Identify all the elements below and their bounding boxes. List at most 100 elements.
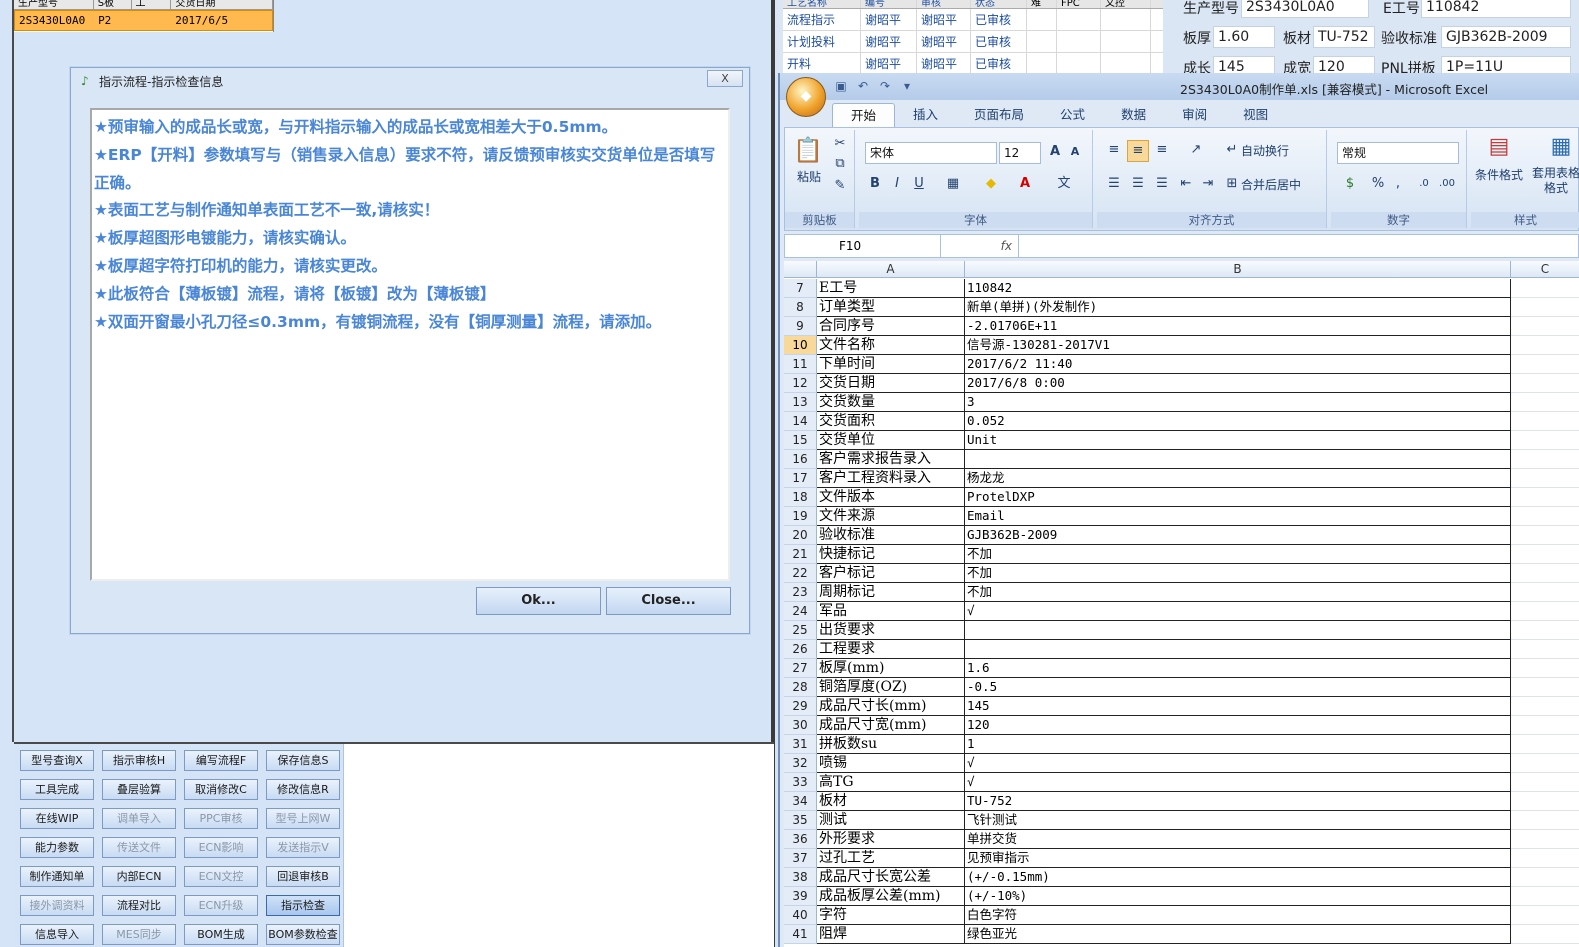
- close-button[interactable]: Close...: [606, 587, 731, 615]
- cell-b[interactable]: 白色字符: [965, 906, 1511, 925]
- copy-icon[interactable]: ⧉: [831, 154, 849, 176]
- column-header-c[interactable]: C: [1511, 261, 1579, 278]
- decrease-indent-icon[interactable]: ⇤: [1175, 174, 1197, 196]
- paste-label[interactable]: 粘贴: [797, 168, 821, 186]
- tab-insert[interactable]: 插入: [895, 103, 956, 127]
- conditional-format-icon[interactable]: ▤: [1483, 132, 1515, 162]
- increase-indent-icon[interactable]: ⇥: [1197, 174, 1219, 196]
- function-button[interactable]: BOM生成: [184, 924, 258, 945]
- cell-c[interactable]: [1511, 412, 1579, 431]
- cell-b[interactable]: (+/-0.15mm): [965, 868, 1511, 887]
- cell-c[interactable]: [1511, 526, 1579, 545]
- row-number[interactable]: 36: [784, 830, 817, 849]
- tab-view[interactable]: 视图: [1225, 103, 1286, 127]
- cell-c[interactable]: [1511, 450, 1579, 469]
- cell-b[interactable]: 2017/6/2 11:40: [965, 355, 1511, 374]
- function-button[interactable]: 接外调资料: [20, 895, 94, 916]
- row-number[interactable]: 41: [784, 925, 817, 944]
- row-number[interactable]: 18: [784, 488, 817, 507]
- table-cell[interactable]: [1057, 31, 1101, 52]
- table-cell[interactable]: 谢昭平: [861, 53, 917, 74]
- cell-a[interactable]: 合同序号: [817, 317, 965, 336]
- column-header-b[interactable]: B: [965, 261, 1511, 278]
- message-text-area[interactable]: ★预审输入的成品长或宽，与开料指示输入的成品长或宽相差大于0.5mm。 ★ERP…: [90, 108, 730, 581]
- row-number[interactable]: 8: [784, 298, 817, 317]
- undo-icon[interactable]: ↶: [854, 78, 872, 94]
- cell-c[interactable]: [1511, 621, 1579, 640]
- table-row[interactable]: 计划投料 谢昭平 谢昭平 已审核: [783, 31, 1163, 53]
- cell-b[interactable]: -0.5: [965, 678, 1511, 697]
- cell-c[interactable]: [1511, 678, 1579, 697]
- row-number[interactable]: 37: [784, 849, 817, 868]
- table-cell[interactable]: [1057, 9, 1101, 30]
- cut-icon[interactable]: ✂: [831, 134, 849, 156]
- function-button[interactable]: 流程对比: [102, 895, 176, 916]
- cell-b[interactable]: 单拼交货: [965, 830, 1511, 849]
- cell-c[interactable]: [1511, 735, 1579, 754]
- cell-b[interactable]: 不加: [965, 564, 1511, 583]
- cell-a[interactable]: 文件版本: [817, 488, 965, 507]
- row-number[interactable]: 14: [784, 412, 817, 431]
- comma-icon[interactable]: ,: [1389, 174, 1407, 196]
- cell-a[interactable]: 字符: [817, 906, 965, 925]
- font-name-select[interactable]: 宋体: [865, 142, 997, 164]
- wrap-text-icon[interactable]: ↵: [1223, 140, 1241, 162]
- cell-a[interactable]: 成品板厚公差(mm): [817, 887, 965, 906]
- wrap-text-button[interactable]: 自动换行: [1241, 142, 1289, 160]
- customize-toolbar-icon[interactable]: ▾: [898, 78, 916, 94]
- cell-c[interactable]: [1511, 849, 1579, 868]
- row-number[interactable]: 12: [784, 374, 817, 393]
- table-row[interactable]: 开料 谢昭平 谢昭平 已审核: [783, 53, 1163, 75]
- cell-a[interactable]: 文件来源: [817, 507, 965, 526]
- cell-c[interactable]: [1511, 792, 1579, 811]
- cell-a[interactable]: 铜箔厚度(OZ): [817, 678, 965, 697]
- function-button[interactable]: 编写流程F: [184, 750, 258, 771]
- cell-a[interactable]: E工号: [817, 279, 965, 298]
- row-number[interactable]: 24: [784, 602, 817, 621]
- tab-page-layout[interactable]: 页面布局: [956, 103, 1042, 127]
- cell-c[interactable]: [1511, 887, 1579, 906]
- row-number[interactable]: 7: [784, 279, 817, 298]
- cell-b[interactable]: 120: [965, 716, 1511, 735]
- table-cell[interactable]: 计划投料: [783, 31, 861, 52]
- row-number[interactable]: 33: [784, 773, 817, 792]
- model-field[interactable]: 2S3430L0A0: [1241, 0, 1369, 18]
- table-cell[interactable]: 已审核: [971, 31, 1027, 52]
- row-number[interactable]: 25: [784, 621, 817, 640]
- cell-b[interactable]: 1: [965, 735, 1511, 754]
- table-cell[interactable]: [1027, 9, 1057, 30]
- row-number[interactable]: 23: [784, 583, 817, 602]
- align-top-icon[interactable]: ≡: [1103, 140, 1125, 162]
- currency-icon[interactable]: $: [1337, 174, 1363, 196]
- function-button[interactable]: 制作通知单: [20, 866, 94, 887]
- cell-c[interactable]: [1511, 488, 1579, 507]
- increase-decimal-icon[interactable]: .0: [1413, 174, 1435, 196]
- cell-b[interactable]: GJB362B-2009: [965, 526, 1511, 545]
- format-as-table-button[interactable]: 套用表格格式: [1531, 166, 1579, 196]
- standard-field[interactable]: GJB362B-2009: [1441, 26, 1571, 48]
- function-button[interactable]: PPC审核: [184, 808, 258, 829]
- row-number[interactable]: 39: [784, 887, 817, 906]
- cell-c[interactable]: [1511, 279, 1579, 298]
- function-button[interactable]: 修改信息R: [266, 779, 340, 800]
- row-number[interactable]: 40: [784, 906, 817, 925]
- cell-a[interactable]: 交货日期: [817, 374, 965, 393]
- grid-cell[interactable]: 2017/6/5: [171, 11, 272, 30]
- table-cell[interactable]: [1057, 53, 1101, 74]
- font-color-icon[interactable]: A: [1013, 174, 1037, 196]
- orientation-icon[interactable]: ↗: [1181, 140, 1211, 162]
- function-button[interactable]: 传送文件: [102, 837, 176, 858]
- cell-a[interactable]: 工程要求: [817, 640, 965, 659]
- tab-formulas[interactable]: 公式: [1042, 103, 1103, 127]
- cell-b[interactable]: Unit: [965, 431, 1511, 450]
- font-size-select[interactable]: 12: [999, 142, 1041, 164]
- table-cell[interactable]: 开料: [783, 53, 861, 74]
- function-button[interactable]: ECN升级: [184, 895, 258, 916]
- save-icon[interactable]: ▣: [832, 78, 850, 94]
- cell-b[interactable]: Email: [965, 507, 1511, 526]
- cell-a[interactable]: 军品: [817, 602, 965, 621]
- row-number[interactable]: 22: [784, 564, 817, 583]
- row-number[interactable]: 11: [784, 355, 817, 374]
- merge-center-button[interactable]: 合并后居中: [1241, 176, 1301, 194]
- table-cell[interactable]: [1027, 31, 1057, 52]
